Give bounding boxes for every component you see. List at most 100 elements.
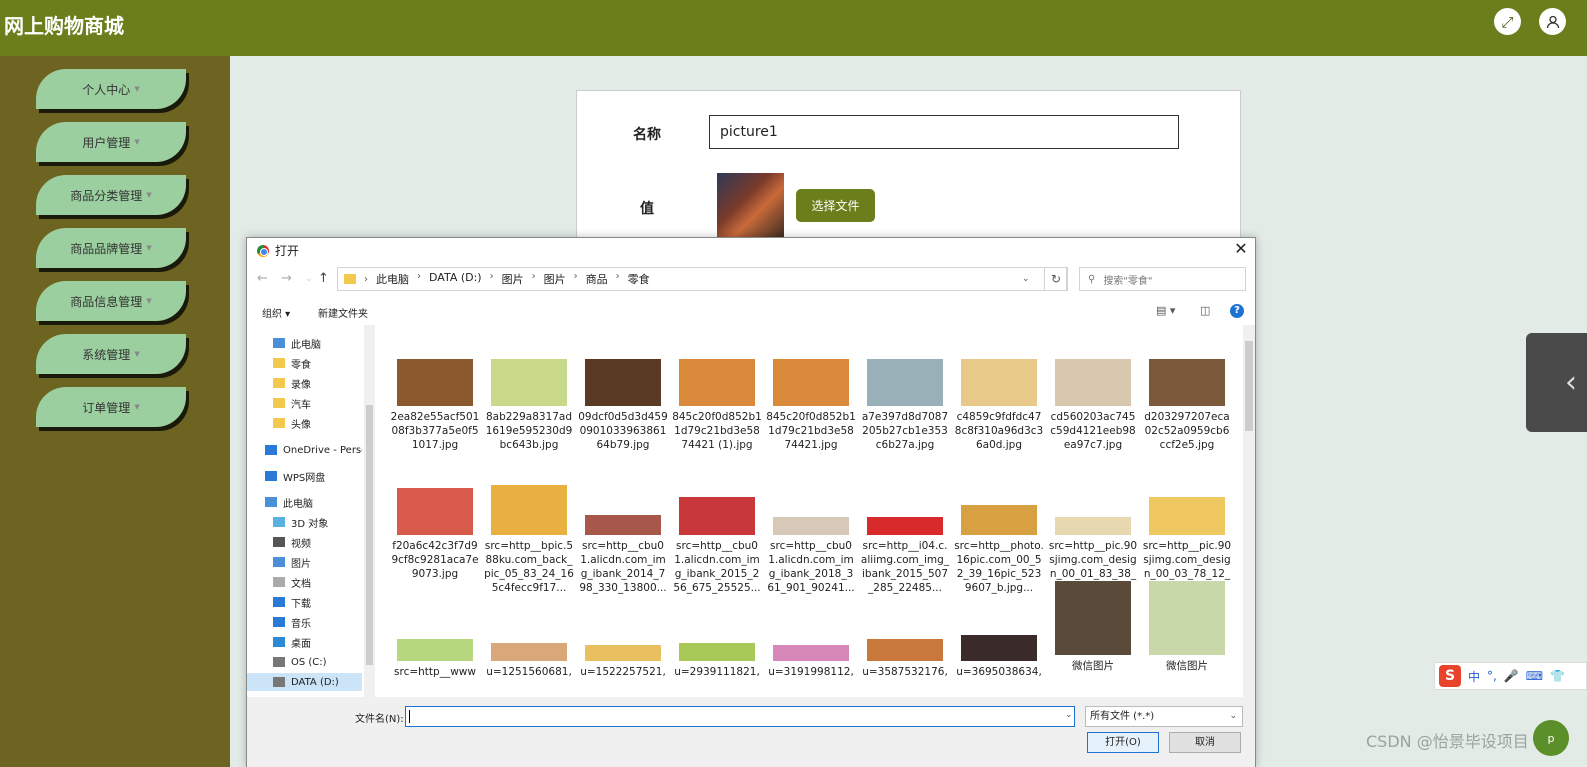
breadcrumb-separator[interactable]: › <box>532 271 536 287</box>
sidebar-item-6[interactable]: 订单管理 ▼ <box>36 387 186 427</box>
file-item[interactable]: src=http__pic.90sjimg.com_design_00_03_7… <box>1142 485 1232 595</box>
keyboard-icon[interactable]: ⌨ <box>1526 669 1543 683</box>
file-item[interactable]: d203297207eca02c52a0959cb6ccf2e5.jpg <box>1142 359 1232 452</box>
sidebar-item-4[interactable]: 商品信息管理 ▼ <box>36 281 186 321</box>
nav-item[interactable]: WPS网盘 <box>265 467 362 485</box>
nav-item[interactable]: 录像 <box>273 374 362 392</box>
nav-item[interactable]: DATA (D:) <box>247 673 362 691</box>
sidebar-item-0[interactable]: 个人中心 ▼ <box>36 69 186 109</box>
breadcrumb-separator[interactable]: › <box>490 271 494 287</box>
computer-icon <box>273 338 285 348</box>
organize-menu[interactable]: 组织 ▾ <box>262 305 290 320</box>
file-item[interactable]: u=3695038634, <box>954 611 1044 679</box>
file-item[interactable]: 8ab229a8317ad1619e595230d9bc643b.jpg <box>484 359 574 452</box>
nav-item[interactable]: 此电脑 <box>265 493 362 511</box>
file-item[interactable]: src=http__cbu01.alicdn.com_img_ibank_201… <box>672 485 762 595</box>
file-item[interactable]: u=2939111821, <box>672 611 762 679</box>
file-item[interactable]: 09dcf0d5d3d459090103396386164b79.jpg <box>578 359 668 452</box>
file-item[interactable]: 845c20f0d852b11d79c21bd3e5874421.jpg <box>766 359 856 452</box>
nav-item[interactable]: 图片 <box>273 553 362 571</box>
file-item[interactable]: 微信图片 <box>1142 581 1232 673</box>
file-item[interactable]: f20a6c42c3f7d99cf8c9281aca7e9073.jpg <box>390 485 480 581</box>
file-item[interactable]: u=1522257521, <box>578 611 668 679</box>
file-item[interactable]: 微信图片 <box>1048 581 1138 673</box>
file-item[interactable]: src=http__cbu01.alicdn.com_img_ibank_201… <box>578 485 668 595</box>
nav-scrollbar[interactable] <box>364 325 375 697</box>
up-arrow-icon[interactable]: ↑ <box>318 271 329 286</box>
breadcrumb-separator[interactable]: › <box>574 271 578 287</box>
name-input[interactable]: picture1 <box>709 115 1179 149</box>
ime-toolbar[interactable]: S 中 °, 🎤 ⌨ 👕 <box>1434 662 1587 690</box>
breadcrumb-item[interactable]: 此电脑 <box>376 271 409 287</box>
refresh-icon[interactable]: ↻ <box>1044 267 1068 291</box>
nav-item[interactable]: OneDrive - Perso <box>265 441 362 459</box>
choose-file-button[interactable]: 选择文件 <box>796 189 875 222</box>
filename-dropdown-icon[interactable]: ⌄ <box>1065 710 1073 720</box>
address-bar[interactable]: › 此电脑 › DATA (D:) › 图片 › 图片 › 商品 › 零食 <box>337 267 1067 291</box>
file-item[interactable]: c4859c9fdfdc478c8f310a96d3c36a0d.jpg <box>954 359 1044 452</box>
file-item[interactable]: a7e397d8d7087205b27cb1e353c6b27a.jpg <box>860 359 950 452</box>
filename-input[interactable] <box>405 706 1075 727</box>
file-name: f20a6c42c3f7d99cf8c9281aca7e9073.jpg <box>391 540 479 580</box>
microphone-icon[interactable]: 🎤 <box>1504 669 1519 683</box>
skin-icon[interactable]: 👕 <box>1550 669 1565 683</box>
nav-item[interactable]: 桌面 <box>273 633 362 651</box>
fullscreen-icon[interactable]: ⤢ <box>1494 8 1521 35</box>
file-item[interactable]: src=http__cbu01.alicdn.com_img_ibank_201… <box>766 485 856 595</box>
ime-mode[interactable]: 中 <box>1468 668 1480 685</box>
back-arrow-icon[interactable]: ← <box>257 271 268 286</box>
close-icon[interactable]: ✕ <box>1231 238 1251 260</box>
address-dropdown-icon[interactable]: ⌄ <box>1022 274 1030 284</box>
nav-item[interactable]: 文档 <box>273 573 362 591</box>
file-item[interactable]: cd560203ac745c59d4121eeb98ea97c7.jpg <box>1048 359 1138 452</box>
file-item[interactable]: 2ea82e55acf50108f3b377a5e0f51017.jpg <box>390 359 480 452</box>
breadcrumb-item[interactable]: 零食 <box>628 271 650 287</box>
file-item[interactable]: 845c20f0d852b11d79c21bd3e5874421 (1).jpg <box>672 359 762 452</box>
breadcrumb-separator[interactable]: › <box>417 271 421 287</box>
breadcrumb-item[interactable]: 图片 <box>544 271 566 287</box>
cancel-button[interactable]: 取消 <box>1169 732 1241 753</box>
nav-item[interactable]: 零食 <box>273 354 362 372</box>
nav-item[interactable]: 此电脑 <box>273 334 362 352</box>
search-input[interactable]: ⚲ 搜索"零食" <box>1079 267 1246 291</box>
breadcrumb-separator[interactable]: › <box>616 271 620 287</box>
history-chevron-icon[interactable]: ⌄ <box>305 274 313 284</box>
user-icon[interactable] <box>1539 8 1566 35</box>
top-bar: 网上购物商城 ⤢ <box>0 0 1587 56</box>
music-icon <box>273 617 285 627</box>
file-scrollbar[interactable] <box>1243 325 1255 697</box>
open-button[interactable]: 打开(O) <box>1087 732 1159 753</box>
filetype-select[interactable]: 所有文件 (*.*) ⌄ <box>1085 706 1243 727</box>
punctuation-icon[interactable]: °, <box>1487 669 1497 683</box>
nav-item[interactable]: 视频 <box>273 533 362 551</box>
nav-item[interactable]: 汽车 <box>273 394 362 412</box>
new-folder-button[interactable]: 新建文件夹 <box>318 305 368 320</box>
sidebar-item-5[interactable]: 系统管理 ▼ <box>36 334 186 374</box>
view-options-icon[interactable]: ▤ ▾ <box>1156 304 1175 317</box>
sidebar-item-2[interactable]: 商品分类管理 ▼ <box>36 175 186 215</box>
file-item[interactable]: src=http__bpic.588ku.com_back_pic_05_83_… <box>484 485 574 595</box>
collapse-tab-chevron-left-icon[interactable]: ‹ <box>1526 333 1587 432</box>
sidebar-item-1[interactable]: 用户管理 ▼ <box>36 122 186 162</box>
forward-arrow-icon[interactable]: → <box>281 271 292 286</box>
breadcrumb-item[interactable]: 商品 <box>586 271 608 287</box>
nav-item[interactable]: 头像 <box>273 414 362 432</box>
file-item[interactable]: src=http__www <box>390 611 480 679</box>
breadcrumb-item[interactable]: 图片 <box>502 271 524 287</box>
preview-pane-icon[interactable]: ◫ <box>1200 304 1210 317</box>
file-item[interactable]: src=http__pic.90sjimg.com_design_00_01_8… <box>1048 485 1138 595</box>
file-item[interactable]: src=http__photo.16pic.com_00_52_39_16pic… <box>954 485 1044 595</box>
nav-item[interactable]: 3D 对象 <box>273 513 362 531</box>
file-item[interactable]: src=http__i04.c.aliimg.com_img_ibank_201… <box>860 485 950 595</box>
breadcrumb-item[interactable]: DATA (D:) <box>429 271 482 287</box>
help-icon[interactable]: ? <box>1230 304 1244 318</box>
nav-item[interactable]: 音乐 <box>273 613 362 631</box>
nav-item-label: DATA (D:) <box>291 676 339 688</box>
sidebar-item-3[interactable]: 商品品牌管理 ▼ <box>36 228 186 268</box>
file-item[interactable]: u=3191998112, <box>766 611 856 679</box>
nav-item[interactable]: OS (C:) <box>273 653 362 671</box>
nav-item[interactable]: 下载 <box>273 593 362 611</box>
file-item[interactable]: u=1251560681, <box>484 611 574 679</box>
file-item[interactable]: u=3587532176, <box>860 611 950 679</box>
chat-bubble[interactable]: p <box>1533 720 1569 756</box>
